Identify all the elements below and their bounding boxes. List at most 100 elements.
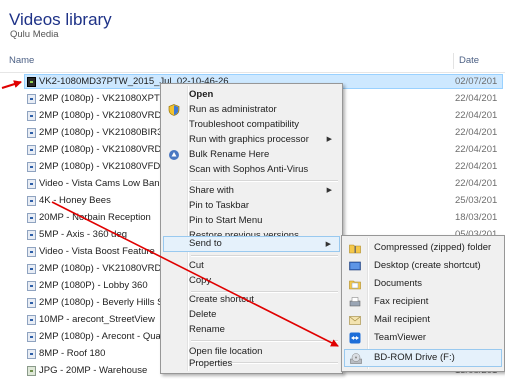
video-icon: [27, 264, 36, 274]
submenu-arrow-icon: ▶: [326, 136, 332, 143]
menu-item-properties[interactable]: Properties: [163, 356, 340, 372]
file-name: 2MP (1080P) - Lobby 360: [39, 280, 148, 291]
menu-item-troubleshoot-compatibility[interactable]: Troubleshoot compatibility: [163, 117, 340, 133]
file-name: 2MP (1080p) - VK21080VRDXP: [39, 110, 175, 121]
video-icon: [27, 111, 36, 121]
menu-item-label: Share with: [189, 185, 234, 196]
file-name: 2MP (1080p) - VK21080VFDIR3: [39, 161, 176, 172]
menu-item-scan-with-sophos[interactable]: Scan with Sophos Anti-Virus: [163, 162, 340, 178]
submenu-arrow-icon: ▶: [325, 241, 331, 248]
library-subtitle: Qulu Media: [10, 29, 59, 40]
video-icon: [27, 230, 36, 240]
menu-separator: [191, 340, 338, 342]
mail-icon: [349, 314, 361, 326]
menu-item-send-to[interactable]: Send to ▶: [163, 236, 340, 252]
submenu-item-label: Fax recipient: [374, 296, 429, 307]
submenu-item-label: BD-ROM Drive (F:): [374, 352, 455, 363]
menu-item-label: Open: [189, 89, 214, 100]
send-to-documents[interactable]: Documents: [344, 275, 502, 293]
file-name: 2MP (1080p) - Arecont - Quad: [39, 331, 167, 342]
file-date: 22/04/201: [455, 161, 498, 172]
menu-item-label: Run as administrator: [189, 104, 277, 115]
file-name: 4K - Honey Bees: [39, 195, 111, 206]
submenu-item-label: TeamViewer: [374, 332, 427, 343]
file-date: 22/04/201: [455, 144, 498, 155]
submenu-item-label: Desktop (create shortcut): [374, 260, 481, 271]
fax-icon: [349, 296, 361, 308]
video-icon: [27, 94, 36, 104]
video-icon: [27, 196, 36, 206]
file-name: 5MP - Axis - 360 deg: [39, 229, 128, 240]
zip-folder-icon: [349, 242, 361, 254]
menu-item-label: Cut: [189, 260, 204, 271]
file-date: 25/03/201: [455, 195, 498, 206]
menu-item-label: Run with graphics processor: [189, 134, 309, 145]
video-icon: [27, 349, 36, 359]
column-header-date[interactable]: Date: [453, 53, 505, 69]
menu-item-share-with[interactable]: Share with ▶: [163, 183, 340, 199]
menu-separator: [191, 180, 338, 182]
menu-item-pin-to-taskbar[interactable]: Pin to Taskbar: [163, 198, 340, 214]
menu-item-bulk-rename-here[interactable]: Bulk Rename Here: [163, 147, 340, 163]
menu-item-create-shortcut[interactable]: Create shortcut: [163, 292, 340, 308]
file-date: 22/04/201: [455, 178, 498, 189]
header-divider: [0, 72, 505, 73]
menu-item-label: Bulk Rename Here: [189, 149, 270, 160]
video-icon: [27, 179, 36, 189]
file-name: 2MP (1080p) - VK21080VRDIR3: [39, 263, 177, 274]
menu-item-delete[interactable]: Delete: [163, 307, 340, 323]
file-name: JPG - 20MP - Warehouse: [39, 365, 148, 376]
file-date: 22/04/201: [455, 127, 498, 138]
optical-drive-icon: [350, 353, 362, 365]
menu-item-label: Delete: [189, 309, 217, 320]
documents-icon: [349, 278, 361, 290]
file-name: 10MP - arecont_StreetView: [39, 314, 155, 325]
teamviewer-icon: [349, 332, 361, 344]
send-to-compressed-folder[interactable]: Compressed (zipped) folder: [344, 239, 502, 257]
file-name: Video - Vista Boost Feature: [39, 246, 155, 257]
menu-item-label: Rename: [189, 324, 225, 335]
menu-item-label: Scan with Sophos Anti-Virus: [189, 164, 309, 175]
file-name: Video - Vista Cams Low Bandw: [39, 178, 172, 189]
file-date: 02/07/201: [455, 76, 498, 87]
context-menu: Open Run as administrator Troubleshoot c…: [160, 83, 343, 374]
image-icon: [27, 366, 36, 376]
menu-item-pin-to-start-menu[interactable]: Pin to Start Menu: [163, 213, 340, 229]
send-to-bd-rom-drive[interactable]: BD-ROM Drive (F:): [344, 349, 502, 367]
video-icon: [27, 281, 36, 291]
video-icon: [27, 213, 36, 223]
file-name: 2MP (1080p) - VK21080XPTZ D: [39, 93, 176, 104]
file-name: 2MP (1080p) - Beverly Hills Str: [39, 297, 170, 308]
send-to-submenu: Compressed (zipped) folder Desktop (crea…: [341, 235, 505, 372]
desktop-icon: [349, 260, 361, 272]
menu-item-run-with-graphics-processor[interactable]: Run with graphics processor ▶: [163, 132, 340, 148]
submenu-item-label: Compressed (zipped) folder: [374, 242, 492, 253]
menu-item-label: Send to: [189, 238, 222, 249]
menu-item-label: Troubleshoot compatibility: [189, 119, 300, 130]
file-name: 2MP (1080p) - VK21080VRDIR3: [39, 144, 177, 155]
send-to-fax-recipient[interactable]: Fax recipient: [344, 293, 502, 311]
send-to-mail-recipient[interactable]: Mail recipient: [344, 311, 502, 329]
menu-item-cut[interactable]: Cut: [163, 258, 340, 274]
menu-item-label: Copy: [189, 275, 212, 286]
menu-item-label: Properties: [189, 358, 233, 369]
file-name: 2MP (1080p) - VK21080BIR3V9: [39, 127, 175, 138]
file-date: 22/04/201: [455, 110, 498, 121]
menu-item-label: Pin to Start Menu: [189, 215, 263, 226]
send-to-teamviewer[interactable]: TeamViewer: [344, 329, 502, 347]
column-header-name[interactable]: Name: [9, 53, 449, 69]
submenu-arrow-icon: ▶: [326, 187, 332, 194]
menu-item-label: Pin to Taskbar: [189, 200, 250, 211]
submenu-item-label: Documents: [374, 278, 423, 289]
menu-item-rename[interactable]: Rename: [163, 322, 340, 338]
rename-icon: [168, 149, 180, 161]
menu-item-open[interactable]: Open: [163, 87, 340, 103]
send-to-desktop[interactable]: Desktop (create shortcut): [344, 257, 502, 275]
menu-item-copy[interactable]: Copy: [163, 273, 340, 289]
menu-item-run-as-administrator[interactable]: Run as administrator: [163, 102, 340, 118]
video-icon: [27, 162, 36, 172]
menu-separator: [191, 255, 338, 257]
menu-item-label: Create shortcut: [189, 294, 254, 305]
video-icon: [27, 315, 36, 325]
library-title: Videos library: [9, 10, 112, 29]
